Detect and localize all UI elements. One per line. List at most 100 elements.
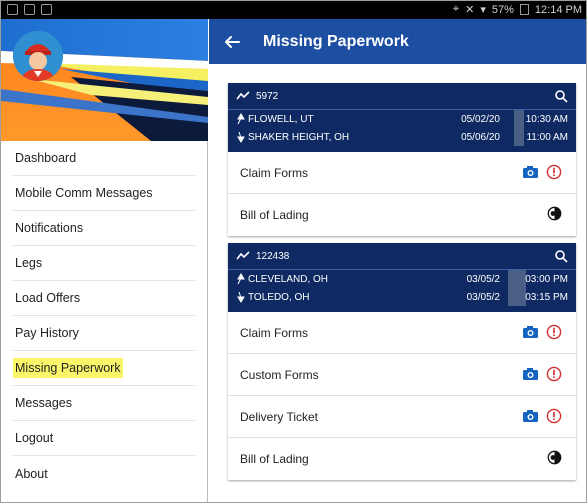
- status-time: 12:14 PM: [534, 3, 582, 16]
- document-icons: [522, 366, 562, 382]
- menu-item-mobile-comm-messages[interactable]: Mobile Comm Messages: [13, 176, 195, 211]
- load-card: 122438 CLEVELAND, OH 03/05/2 03:00 PM TO…: [228, 243, 576, 480]
- document-label: Custom Forms: [240, 367, 319, 382]
- document-label: Claim Forms: [240, 325, 308, 340]
- origin-date: 03/05/2: [466, 273, 500, 285]
- drawer-header: [1, 19, 208, 141]
- document-row[interactable]: Custom Forms: [228, 354, 576, 396]
- menu-item-load-offers[interactable]: Load Offers: [13, 281, 195, 316]
- menu-item-pay-history[interactable]: Pay History: [13, 316, 195, 351]
- destination-date: 03/05/2: [466, 291, 500, 303]
- battery-percent: 57%: [491, 3, 514, 16]
- origin-stop: CLEVELAND, OH 03/05/2 03:00 PM: [228, 270, 576, 288]
- pickup-arrow-icon: [237, 273, 245, 285]
- load-header-top: 122438: [228, 243, 576, 270]
- menu-item-dashboard[interactable]: Dashboard: [13, 141, 195, 176]
- navigation-drawer: Dashboard Mobile Comm Messages Notificat…: [1, 19, 208, 502]
- location-icon: ⌖: [452, 3, 460, 15]
- download-icon: [41, 4, 52, 15]
- menu-item-messages[interactable]: Messages: [13, 386, 195, 421]
- menu-item-about[interactable]: About: [13, 456, 195, 491]
- menu-item-label: About: [15, 466, 48, 481]
- destination-stop: TOLEDO, OH 03/05/2 03:15 PM: [228, 288, 576, 306]
- menu-item-label: Notifications: [15, 221, 84, 235]
- search-icon[interactable]: [555, 90, 568, 103]
- trend-icon: [236, 251, 250, 260]
- half-circle-icon: [547, 206, 562, 221]
- camera-icon[interactable]: [522, 325, 539, 339]
- status-right: ⌖ ✕ ▾ 57% 12:14 PM: [453, 3, 582, 16]
- image-icon: [24, 4, 35, 15]
- back-button[interactable]: [209, 19, 255, 64]
- notification-icon: [7, 4, 18, 15]
- search-icon[interactable]: [555, 250, 568, 263]
- load-card-header: 5972 FLOWELL, UT 05/02/20 10:30 AM SHAKE…: [228, 83, 576, 152]
- document-icons: [547, 206, 562, 221]
- dropoff-arrow-icon: [237, 131, 245, 143]
- pickup-arrow-icon: [237, 113, 245, 125]
- origin-city: FLOWELL, UT: [248, 113, 314, 125]
- origin-stop: FLOWELL, UT 05/02/20 10:30 AM: [228, 110, 576, 128]
- menu-item-label: Missing Paperwork: [13, 358, 123, 378]
- load-header-top: 5972: [228, 83, 576, 110]
- alert-icon: [546, 408, 562, 424]
- origin-time: 10:30 AM: [525, 113, 568, 125]
- arrow-left-icon: [225, 35, 240, 48]
- load-number: 122438: [256, 250, 290, 262]
- document-icons: [522, 164, 562, 180]
- origin-time: 03:00 PM: [525, 273, 568, 285]
- mute-icon: ✕: [465, 4, 475, 16]
- app-frame: ⌖ ✕ ▾ 57% 12:14 PM Dashboard Mobile Comm…: [0, 0, 587, 503]
- alert-icon: [546, 164, 562, 180]
- menu-item-logout[interactable]: Logout: [13, 421, 195, 456]
- alert-icon: [546, 324, 562, 340]
- camera-icon[interactable]: [522, 165, 539, 179]
- document-label: Bill of Lading: [240, 208, 309, 222]
- menu-item-label: Load Offers: [15, 291, 81, 305]
- status-left-icons: [7, 4, 52, 15]
- page-title: Missing Paperwork: [263, 32, 409, 50]
- menu-item-notifications[interactable]: Notifications: [13, 211, 195, 246]
- document-label: Claim Forms: [240, 165, 308, 180]
- wifi-icon: ▾: [480, 4, 486, 16]
- camera-icon[interactable]: [522, 409, 539, 423]
- load-card-header: 122438 CLEVELAND, OH 03/05/2 03:00 PM TO…: [228, 243, 576, 312]
- menu-item-label: Logout: [15, 431, 54, 445]
- camera-icon[interactable]: [522, 367, 539, 381]
- load-number: 5972: [256, 90, 279, 102]
- destination-stop: SHAKER HEIGHT, OH 05/06/20 11:00 AM: [228, 128, 576, 146]
- destination-city: TOLEDO, OH: [248, 291, 310, 303]
- destination-time: 11:00 AM: [526, 131, 568, 143]
- document-row[interactable]: Bill of Lading: [228, 194, 576, 236]
- document-icons: [522, 408, 562, 424]
- battery-icon: [519, 4, 529, 15]
- menu-item-label: Dashboard: [15, 151, 77, 165]
- document-row[interactable]: Bill of Lading: [228, 438, 576, 480]
- menu-item-label: Messages: [15, 396, 72, 410]
- avatar[interactable]: [13, 31, 63, 81]
- destination-city: SHAKER HEIGHT, OH: [248, 131, 350, 143]
- dropoff-arrow-icon: [237, 291, 245, 303]
- document-icons: [547, 450, 562, 465]
- redaction-block: [514, 128, 524, 146]
- load-card: 5972 FLOWELL, UT 05/02/20 10:30 AM SHAKE…: [228, 83, 576, 236]
- menu-item-label: Pay History: [15, 326, 79, 340]
- status-bar: ⌖ ✕ ▾ 57% 12:14 PM: [1, 1, 586, 19]
- document-row[interactable]: Claim Forms: [228, 312, 576, 354]
- redaction-block: [508, 270, 526, 288]
- app-bar: Missing Paperwork: [209, 19, 586, 64]
- alert-icon: [546, 366, 562, 382]
- menu-item-legs[interactable]: Legs: [13, 246, 195, 281]
- document-row[interactable]: Claim Forms: [228, 152, 576, 194]
- origin-date: 05/02/20: [461, 113, 500, 125]
- menu-item-missing-paperwork[interactable]: Missing Paperwork: [13, 351, 195, 386]
- document-label: Bill of Lading: [240, 452, 309, 466]
- menu-item-label: Legs: [15, 256, 43, 270]
- menu-item-label: Mobile Comm Messages: [15, 186, 153, 200]
- destination-time: 03:15 PM: [525, 291, 568, 303]
- document-row[interactable]: Delivery Ticket: [228, 396, 576, 438]
- drawer-menu: Dashboard Mobile Comm Messages Notificat…: [1, 141, 207, 491]
- main-panel: Missing Paperwork 5972 FLOWELL, UT 05/02…: [209, 19, 586, 502]
- driver-avatar-icon: [13, 31, 63, 81]
- half-circle-icon: [547, 450, 562, 465]
